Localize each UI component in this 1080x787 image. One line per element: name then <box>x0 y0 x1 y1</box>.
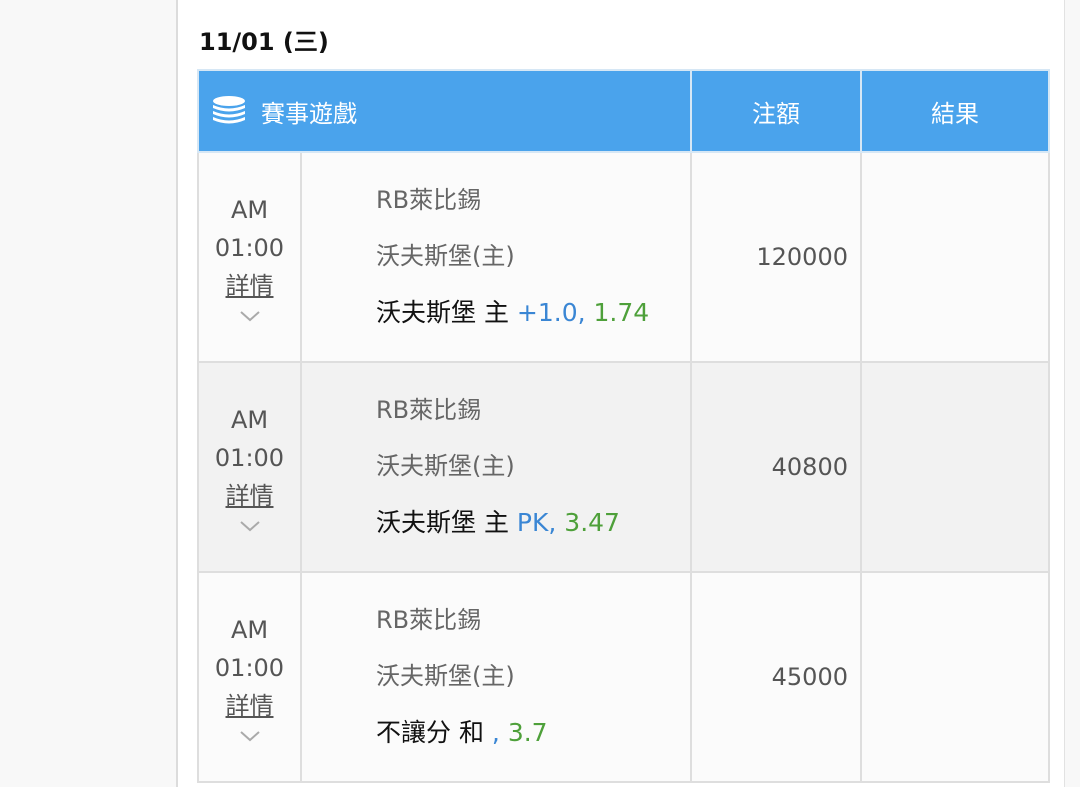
amount-cell: 120000 <box>690 151 862 363</box>
amount-cell: 45000 <box>690 571 862 783</box>
bet-handicap: +1.0 <box>516 298 578 327</box>
time-cell: AM 01:00 詳情 <box>197 571 302 783</box>
detail-link[interactable]: 詳情 <box>226 692 274 720</box>
time-ampm: AM <box>230 196 269 224</box>
bet-selection: 沃夫斯堡 主 PK, 3.47 <box>376 494 690 552</box>
chevron-down-icon[interactable] <box>239 519 261 533</box>
left-panel <box>0 0 178 787</box>
match-cell: RB萊比錫 沃夫斯堡(主) 沃夫斯堡 主 PK, 3.47 <box>300 361 692 573</box>
bet-pick: 不讓分 和 <box>376 718 492 747</box>
chevron-down-icon[interactable] <box>239 309 261 323</box>
chevron-down-icon[interactable] <box>239 729 261 743</box>
bet-records-table: 賽事遊戲 注額 結果 AM 01:00 詳情 RB萊比錫 沃夫斯堡(主) 沃夫斯… <box>197 69 1050 783</box>
time-value: 01:00 <box>214 444 285 472</box>
team-home: 沃夫斯堡(主) <box>376 452 515 480</box>
header-game: 賽事遊戲 <box>197 69 692 153</box>
time-value: 01:00 <box>214 654 285 682</box>
time-ampm: AM <box>230 616 269 644</box>
time-value: 01:00 <box>214 234 285 262</box>
bet-odds: 3.7 <box>507 718 548 747</box>
header-game-label: 賽事遊戲 <box>261 99 357 128</box>
detail-link[interactable]: 詳情 <box>226 272 274 300</box>
result-cell <box>860 151 1050 363</box>
header-result: 結果 <box>860 69 1050 153</box>
bet-separator: , <box>548 508 565 537</box>
time-cell: AM 01:00 詳情 <box>197 361 302 573</box>
result-cell <box>860 361 1050 573</box>
bet-odds: 1.74 <box>593 298 650 327</box>
team-home: 沃夫斯堡(主) <box>376 662 515 690</box>
bet-separator: , <box>491 718 508 747</box>
bet-selection: 沃夫斯堡 主 +1.0, 1.74 <box>376 284 690 342</box>
match-cell: RB萊比錫 沃夫斯堡(主) 不讓分 和 , 3.7 <box>300 571 692 783</box>
table-row: AM 01:00 詳情 RB萊比錫 沃夫斯堡(主) 沃夫斯堡 主 PK, 3.4… <box>197 361 1050 573</box>
time-ampm: AM <box>230 406 269 434</box>
coin-stack-icon <box>213 96 245 124</box>
team-away: RB萊比錫 <box>376 396 482 424</box>
team-away: RB萊比錫 <box>376 606 482 634</box>
bet-selection: 不讓分 和 , 3.7 <box>376 704 690 762</box>
bet-pick: 沃夫斯堡 主 <box>376 298 517 327</box>
bet-pick: 沃夫斯堡 主 <box>376 508 517 537</box>
detail-link[interactable]: 詳情 <box>226 482 274 510</box>
result-cell <box>860 571 1050 783</box>
table-row: AM 01:00 詳情 RB萊比錫 沃夫斯堡(主) 沃夫斯堡 主 +1.0, 1… <box>197 151 1050 363</box>
table-header-row: 賽事遊戲 注額 結果 <box>197 69 1050 153</box>
bet-handicap: PK <box>516 508 549 537</box>
team-home: 沃夫斯堡(主) <box>376 242 515 270</box>
bet-separator: , <box>577 298 594 327</box>
right-edge <box>1065 0 1080 787</box>
match-cell: RB萊比錫 沃夫斯堡(主) 沃夫斯堡 主 +1.0, 1.74 <box>300 151 692 363</box>
amount-cell: 40800 <box>690 361 862 573</box>
time-cell: AM 01:00 詳情 <box>197 151 302 363</box>
header-amount: 注額 <box>690 69 862 153</box>
table-row: AM 01:00 詳情 RB萊比錫 沃夫斯堡(主) 不讓分 和 , 3.7 45… <box>197 571 1050 783</box>
bet-odds: 3.47 <box>564 508 620 537</box>
team-away: RB萊比錫 <box>376 186 482 214</box>
date-title: 11/01 (三) <box>199 28 329 56</box>
